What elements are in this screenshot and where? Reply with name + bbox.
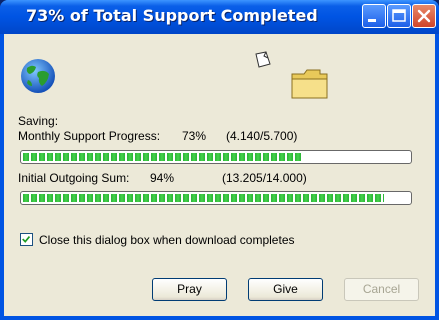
close-when-done-checkbox[interactable] <box>20 233 33 246</box>
minimize-button[interactable] <box>362 4 386 28</box>
flying-page-icon <box>255 51 271 68</box>
initial-sum-label: Initial Outgoing Sum: <box>18 171 130 185</box>
monthly-progress-bar <box>20 150 412 164</box>
title-bar[interactable]: 73% of Total Support Completed <box>0 0 439 34</box>
maximize-button[interactable] <box>387 4 411 28</box>
folder-icon <box>291 69 328 99</box>
pray-button[interactable]: Pray <box>152 278 227 301</box>
initial-sum-percent: 94% <box>150 171 175 185</box>
globe-icon <box>21 59 55 93</box>
maximize-icon <box>392 9 406 22</box>
initial-sum-fill <box>23 194 384 202</box>
checkmark-icon <box>22 235 31 243</box>
saving-label: Saving: <box>18 114 59 128</box>
monthly-progress-label: Monthly Support Progress: <box>18 129 161 143</box>
cancel-button[interactable]: Cancel <box>344 278 419 301</box>
close-button[interactable] <box>412 4 436 28</box>
initial-sum-bar <box>20 191 412 205</box>
close-icon <box>417 9 431 23</box>
monthly-progress-percent: 73% <box>182 129 207 143</box>
monthly-progress-amount: (4.140/5.700) <box>226 129 298 143</box>
window-title: 73% of Total Support Completed <box>26 6 318 25</box>
give-button[interactable]: Give <box>248 278 323 301</box>
initial-sum-amount: (13.205/14.000) <box>222 171 307 185</box>
minimize-icon <box>368 19 376 22</box>
dialog-body: Saving: Monthly Support Progress: 73% (4… <box>4 34 435 316</box>
monthly-progress-fill <box>23 153 303 161</box>
close-when-done-label[interactable]: Close this dialog box when download comp… <box>39 233 295 247</box>
download-dialog: 73% of Total Support Completed Saving: M… <box>0 0 439 320</box>
